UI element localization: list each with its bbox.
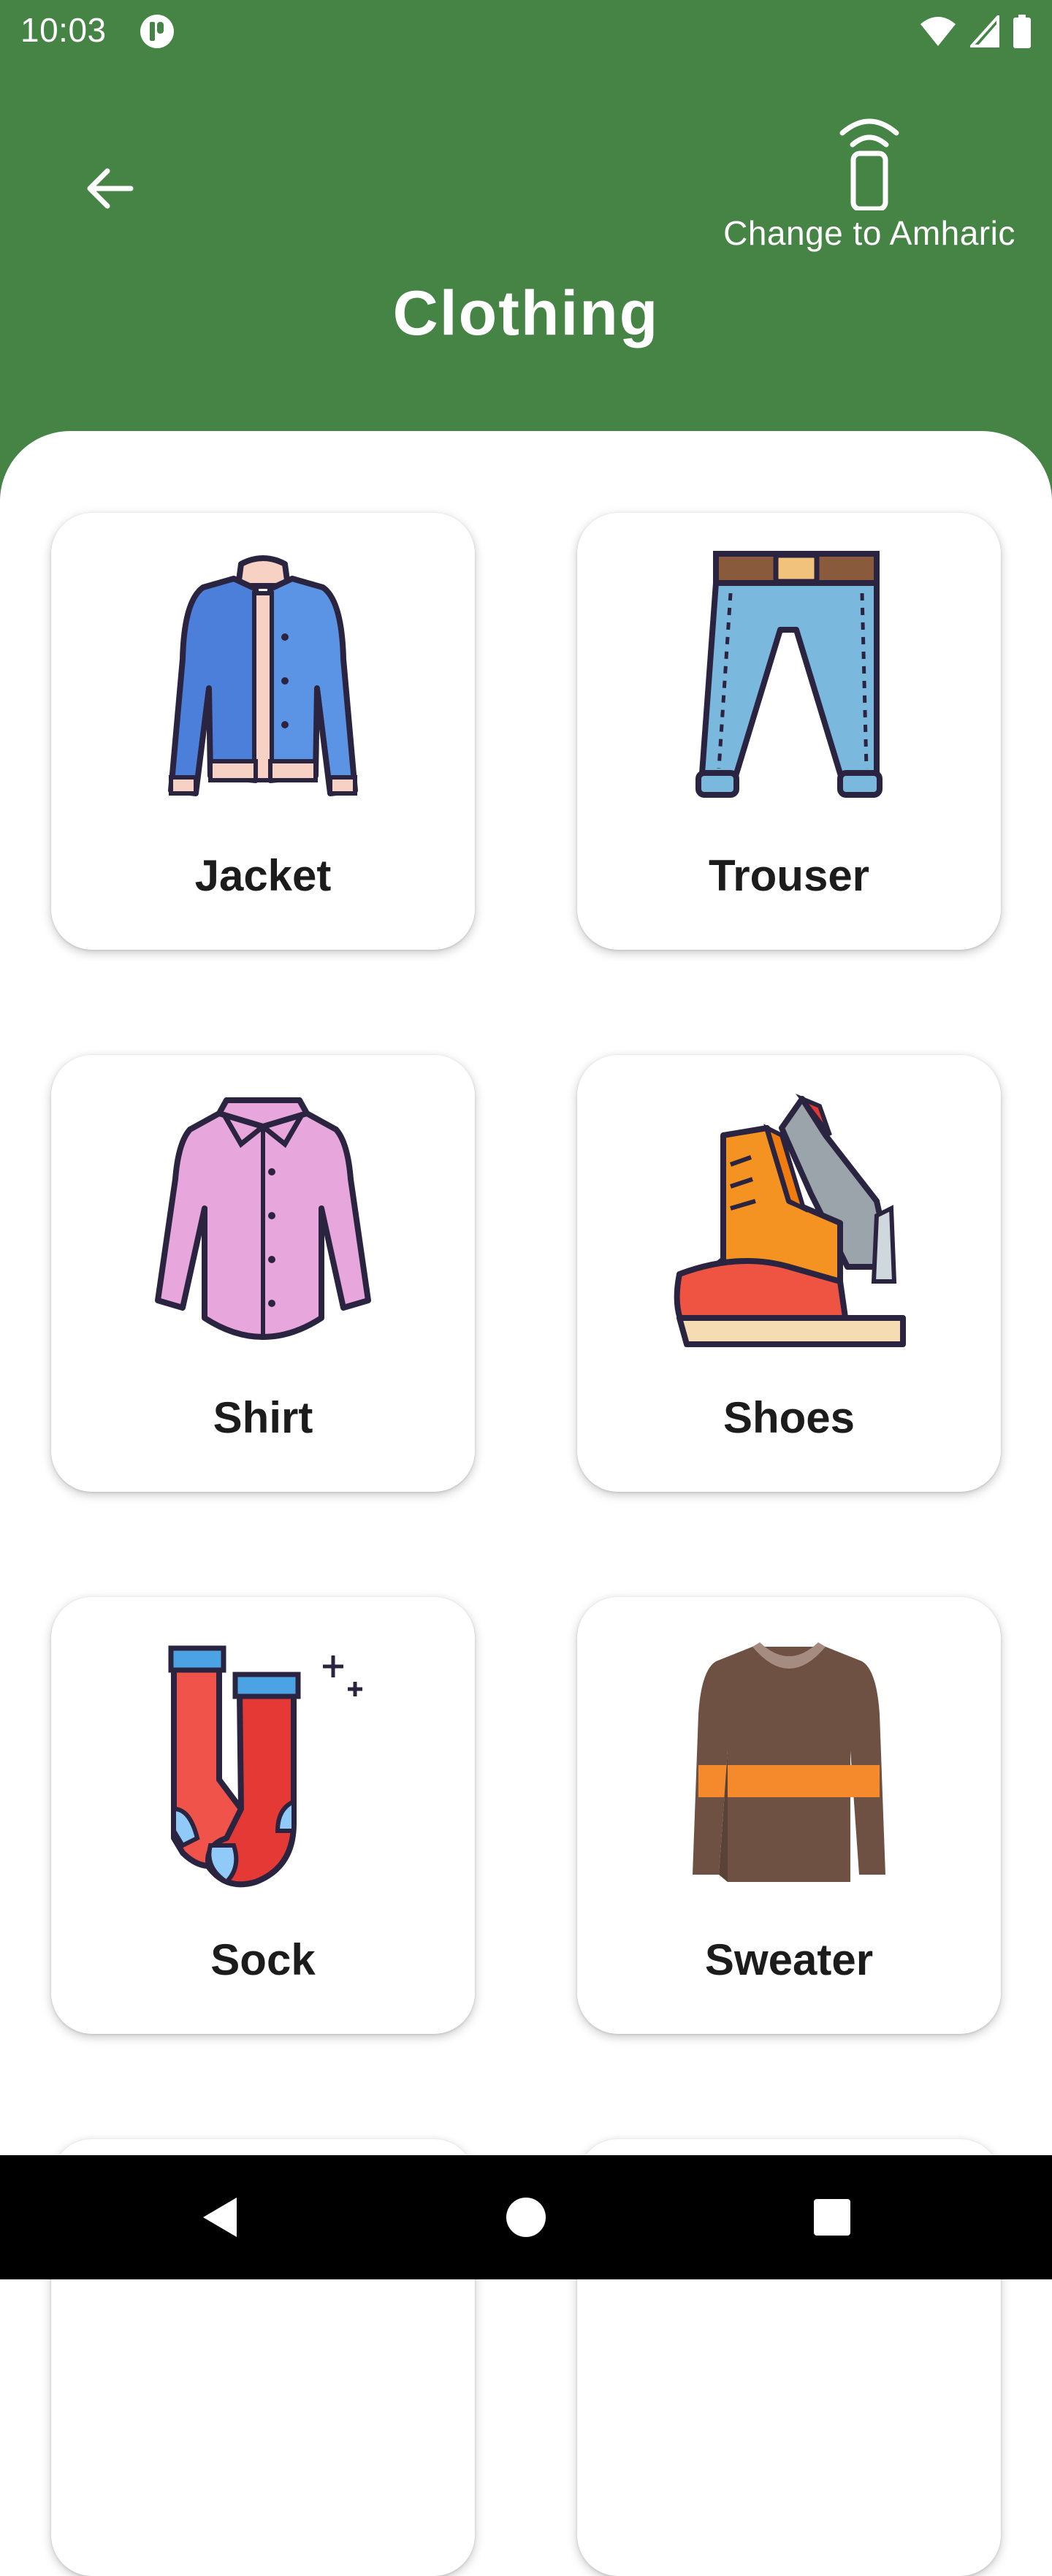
system-navigation-bar xyxy=(0,2155,1052,2279)
shoes-icon xyxy=(674,1093,906,1347)
change-language-button[interactable]: Change to Amharic xyxy=(701,108,1037,269)
status-bar: 10:03 xyxy=(0,0,1052,64)
sock-icon xyxy=(168,1645,362,1888)
notification-app-icon xyxy=(140,15,174,48)
remote-signal-icon xyxy=(839,118,899,210)
status-time: 10:03 xyxy=(20,11,107,49)
signal-icon xyxy=(970,15,999,47)
item-label: Sweater xyxy=(704,1935,874,1984)
arrow-left-icon xyxy=(87,168,134,209)
item-label: Shirt xyxy=(213,1393,313,1442)
item-card-shoes[interactable]: Shoes xyxy=(577,1055,1001,1492)
item-card-shirt[interactable]: Shirt xyxy=(51,1055,475,1492)
item-label: Trouser xyxy=(708,851,870,900)
trouser-icon xyxy=(695,551,883,798)
change-language-label: Change to Amharic xyxy=(723,214,1015,252)
item-card-jacket[interactable]: Jacket xyxy=(51,513,475,950)
item-label: Shoes xyxy=(723,1393,855,1442)
wifi-icon xyxy=(920,17,956,46)
nav-home-icon[interactable] xyxy=(500,2192,552,2243)
nav-back-icon[interactable] xyxy=(194,2192,245,2243)
back-button[interactable] xyxy=(73,152,146,225)
page-title: Clothing xyxy=(392,278,660,348)
battery-icon xyxy=(1013,15,1031,48)
sweater-icon xyxy=(693,1642,885,1882)
content-sheet: Jacket Trouser Shirt Shoes Sock Sweater xyxy=(0,431,1052,2576)
jacket-icon xyxy=(168,555,358,796)
shirt-icon xyxy=(155,1097,371,1340)
item-label: Jacket xyxy=(194,851,332,900)
item-label: Sock xyxy=(210,1935,316,1984)
item-card-sock[interactable]: Sock xyxy=(51,1597,475,2034)
nav-recents-icon[interactable] xyxy=(807,2192,858,2243)
item-card-sweater[interactable]: Sweater xyxy=(577,1597,1001,2034)
app-header: Change to Amharic Clothing xyxy=(0,64,1052,430)
item-card-trouser[interactable]: Trouser xyxy=(577,513,1001,950)
